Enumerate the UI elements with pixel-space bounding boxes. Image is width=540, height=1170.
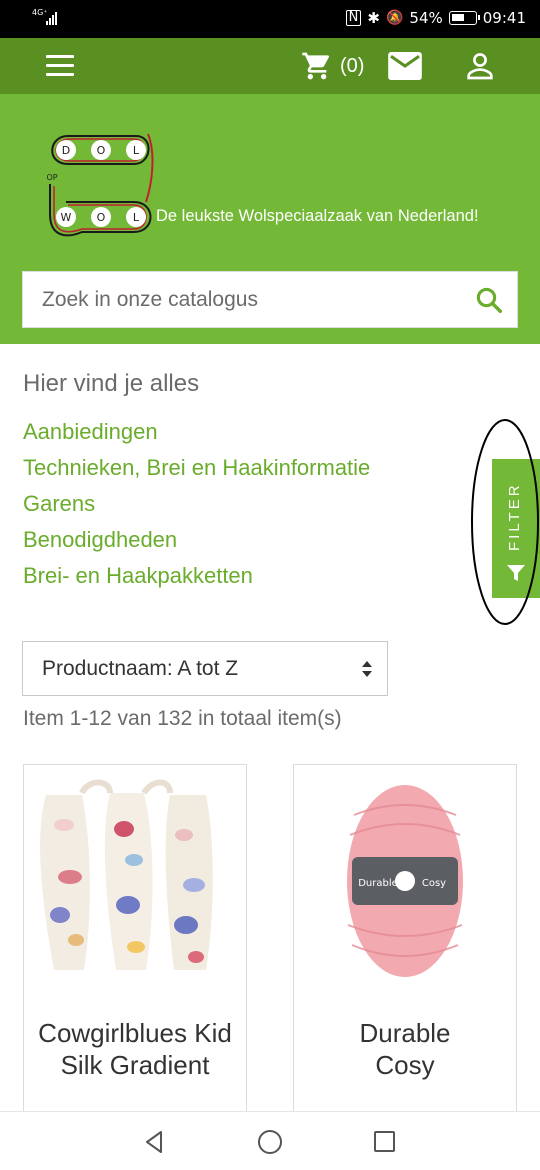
cart-count: (0) [340,54,365,77]
product-card[interactable]: Cowgirlblues Kid Silk Gradient [23,764,247,1124]
home-icon[interactable] [258,1130,282,1154]
back-icon[interactable] [143,1130,165,1154]
cart-icon [302,52,330,80]
logo-letter: O [97,144,106,157]
logo[interactable]: D O L OP W O L [38,114,158,242]
system-nav-bar [0,1111,540,1170]
mute-icon: 🔕 [385,10,404,26]
nfc-icon: N [345,10,362,26]
mail-icon[interactable] [388,52,422,80]
sort-select[interactable]: Productnaam: A tot Z [22,641,388,696]
category-link[interactable]: Aanbiedingen [23,414,370,450]
product-name: Cowgirlblues Kid Silk Gradient [38,1018,232,1080]
categories-heading: Hier vind je alles [23,370,200,397]
status-bar: 4G⁺ N ✱ 🔕 54% 09:41 [0,0,540,38]
category-link[interactable]: Garens [23,486,370,522]
battery-percent: 54% [409,9,443,27]
category-link[interactable]: Technieken, Brei en Haakinformatie [23,450,370,486]
filter-label: FILTER [506,482,523,551]
logo-letter: D [62,144,70,157]
tagline: De leukste Wolspeciaalzaak van Nederland… [156,207,479,225]
search-icon [476,287,502,313]
logo-letter: L [133,211,140,224]
filter-button[interactable]: FILTER [492,459,540,598]
product-image [24,765,246,987]
clock: 09:41 [482,9,526,27]
menu-icon[interactable] [46,55,74,77]
logo-letter: OP [46,173,57,182]
category-link[interactable]: Benodigdheden [23,522,370,558]
category-link[interactable]: Brei- en Haakpakketten [23,558,370,594]
recent-apps-icon[interactable] [374,1131,395,1152]
logo-letter: O [97,211,106,224]
bluetooth-icon: ✱ [367,9,380,27]
result-count: Item 1-12 van 132 in totaal item(s) [23,707,342,730]
product-label-name: Cosy [422,878,446,889]
sort-arrows-icon [362,660,372,677]
sort-value: Productnaam: A tot Z [42,656,239,680]
search-bar: Zoek in onze catalogus [22,271,518,328]
product-label-brand: Durable [358,878,398,889]
user-icon[interactable] [464,50,496,82]
logo-letter: W [61,211,72,224]
product-card[interactable]: Durable Cosy Durable Cosy [293,764,517,1124]
cart-button[interactable]: (0) [300,50,364,82]
signal-icon [46,12,57,25]
category-list: Aanbiedingen Technieken, Brei en Haakinf… [23,414,370,594]
battery-icon [448,11,480,25]
filter-icon [507,565,525,581]
site-header: D O L OP W O L De leukste Wolspeciaalzaa… [0,94,540,344]
search-input[interactable]: Zoek in onze catalogus [23,288,461,312]
product-image: Durable Cosy [294,765,516,987]
product-name: Durable Cosy [359,1018,451,1080]
top-nav: (0) [0,38,540,94]
search-button[interactable] [461,272,517,328]
logo-letter: L [133,144,140,157]
